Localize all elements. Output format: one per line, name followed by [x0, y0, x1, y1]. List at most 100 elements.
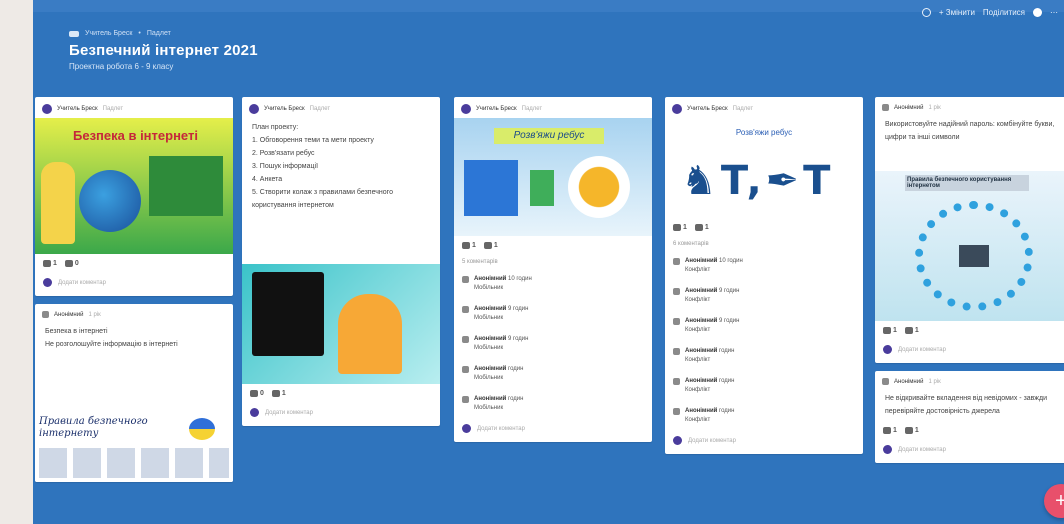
comment-author: Анонімний: [685, 258, 718, 264]
avatar: [673, 436, 682, 445]
remake-button[interactable]: + Змінити: [939, 8, 975, 17]
post-card[interactable]: Анонімний 1 рік Безпека в інтернеті Не р…: [35, 304, 233, 482]
avatar: [250, 408, 259, 417]
comment-text: Конфлікт: [685, 327, 711, 333]
comment-button[interactable]: 1: [694, 224, 709, 231]
comment: Анонімний 9 годин Конфлікт: [665, 311, 863, 341]
comment-text: Конфлікт: [685, 297, 711, 303]
plus-icon: +: [1055, 490, 1064, 512]
like-count: 1: [472, 242, 476, 249]
post-image[interactable]: [242, 264, 440, 384]
image-caption: Розв'яжи ребус: [735, 128, 793, 137]
comment-time: 9 годин: [508, 336, 529, 342]
post-card[interactable]: Учитель Бреск Падлет План проекту: 1. Об…: [242, 97, 440, 426]
crumb-author[interactable]: Учитель Бреск: [85, 30, 132, 37]
post-author: Учитель Бреск: [476, 106, 517, 112]
post-card[interactable]: Учитель Бреск Падлет Розв'яжи ребус 1 1 …: [454, 97, 652, 442]
info-box-graphic: [149, 156, 223, 216]
like-button[interactable]: 1: [883, 427, 897, 434]
post-text: Використовуйте надійний пароль: комбінуй…: [885, 121, 1055, 141]
crumb-sep: •: [138, 30, 141, 37]
comments-label: 5 коментарів: [462, 259, 498, 265]
avatar: [882, 378, 889, 385]
comment-text: Конфлікт: [685, 357, 711, 363]
post-image[interactable]: Розв'яжи ребус: [454, 118, 652, 236]
crumb-board[interactable]: Падлет: [147, 30, 171, 37]
children-graphic: [338, 294, 402, 374]
reactions: 1 0: [35, 254, 233, 273]
post-image[interactable]: Правила безпечного інтернету: [35, 412, 233, 482]
comment-button[interactable]: 1: [483, 242, 498, 249]
like-count: 0: [260, 390, 264, 397]
comment: Анонімний 10 годин Мобільник: [454, 269, 652, 299]
add-comment[interactable]: Додати коментар: [35, 273, 233, 296]
comment: Анонімний 9 годин Конфлікт: [665, 281, 863, 311]
add-comment[interactable]: Додати коментар: [875, 440, 1064, 463]
like-button[interactable]: 1: [462, 242, 476, 249]
post-image[interactable]: Розв'яжи ребус ♞T,✒T: [665, 118, 863, 218]
comment-author: Анонімний: [685, 378, 718, 384]
avatar: [462, 306, 469, 313]
comment-time: 9 годин: [719, 318, 740, 324]
post-card[interactable]: Анонімний 1 рік Використовуйте надійний …: [875, 97, 1064, 363]
comment-icon: [64, 260, 73, 267]
avatar: [673, 258, 680, 265]
board-header: Учитель Бреск • Падлет Безпечний інтерне…: [69, 30, 258, 71]
post-image[interactable]: Правила безпечного користування інтернет…: [875, 171, 1064, 321]
letter-e-graphic: [530, 170, 554, 206]
add-comment-label: Додати коментар: [265, 409, 313, 416]
comment-count: 1: [914, 327, 919, 334]
puzzle-graphic: [464, 160, 518, 216]
add-comment[interactable]: Додати коментар: [875, 340, 1064, 363]
post-card[interactable]: Учитель Бреск Падлет Безпека в інтернеті…: [35, 97, 233, 296]
post-header: Анонімний 1 рік: [875, 97, 1064, 115]
avatar: [883, 445, 892, 454]
more-icon[interactable]: ⋯: [1050, 8, 1058, 17]
image-caption: Розв'яжи ребус: [494, 128, 604, 144]
post-time: 1 рік: [88, 311, 101, 318]
like-button[interactable]: 0: [250, 390, 264, 397]
comment-author: Анонімний: [685, 348, 718, 354]
like-button[interactable]: 1: [43, 260, 57, 267]
thumbs-up-icon: [250, 390, 258, 397]
column-1: Учитель Бреск Падлет Безпека в інтернеті…: [35, 97, 233, 490]
comment-time: годин: [719, 348, 735, 354]
comment-button[interactable]: 1: [904, 427, 919, 434]
column-2: Учитель Бреск Падлет План проекту: 1. Об…: [242, 97, 440, 434]
add-post-button[interactable]: +: [1044, 484, 1064, 518]
like-count: 1: [683, 224, 687, 231]
comment: Анонімний годин Конфлікт: [665, 401, 863, 431]
comment-button[interactable]: 0: [64, 260, 79, 267]
comment-text: Мобільник: [474, 375, 504, 381]
add-comment[interactable]: Додати коментар: [454, 419, 652, 442]
avatar: [673, 378, 680, 385]
post-author: Анонімний: [54, 311, 84, 318]
comment-button[interactable]: 1: [904, 327, 919, 334]
like-button[interactable]: 1: [883, 327, 897, 334]
top-actions: + Змінити Поділитися ⋯: [921, 8, 1058, 17]
heart-icon[interactable]: [921, 8, 931, 17]
icon-circle-graphic: [915, 201, 1033, 311]
post-card[interactable]: Учитель Бреск Падлет Розв'яжи ребус ♞T,✒…: [665, 97, 863, 454]
post-image[interactable]: Безпека в інтернеті: [35, 118, 233, 254]
comment-button[interactable]: 1: [271, 390, 286, 397]
comment-text: Мобільник: [474, 285, 504, 291]
comment: Анонімний 10 годин Конфлікт: [665, 251, 863, 281]
thumbs-up-icon: [43, 260, 51, 267]
comment-author: Анонімний: [474, 366, 507, 372]
comment-time: 10 годин: [719, 258, 743, 264]
like-button[interactable]: 1: [673, 224, 687, 231]
comment-count: 1: [281, 390, 286, 397]
add-comment[interactable]: Додати коментар: [242, 403, 440, 426]
post-time: Падлет: [102, 106, 124, 112]
comment-time: 10 годин: [508, 276, 532, 282]
avatar: [43, 278, 52, 287]
share-button[interactable]: Поділитися: [983, 8, 1025, 17]
add-comment[interactable]: Додати коментар: [665, 431, 863, 454]
avatar: [673, 288, 680, 295]
settings-icon[interactable]: [1033, 8, 1042, 17]
avatar: [462, 336, 469, 343]
post-card[interactable]: Анонімний 1 рік Не відкривайте вкладення…: [875, 371, 1064, 463]
comment-time: 9 годин: [508, 306, 529, 312]
avatar: [673, 408, 680, 415]
